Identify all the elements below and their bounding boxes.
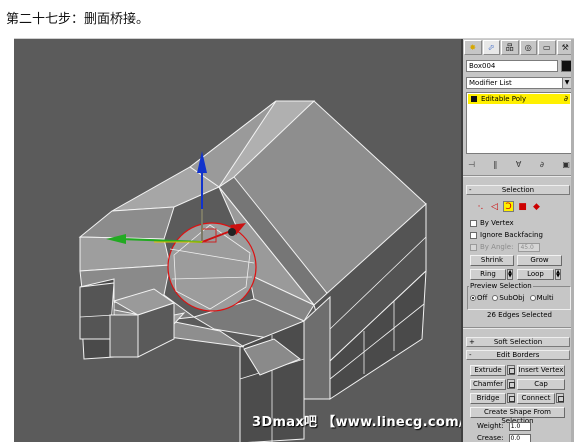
selection-status: 26 Edges Selected [487,311,552,319]
by-angle-label: By Angle: [480,243,514,251]
object-name-field[interactable]: Box004 [466,60,558,72]
panel-divider [463,327,574,329]
pin-stack-icon[interactable]: ⊣ [468,160,475,169]
weight-label: Weight: [477,422,504,430]
cap-button[interactable]: Cap [517,379,565,390]
ignore-backfacing-row[interactable]: Ignore Backfacing [470,230,543,240]
grow-button[interactable]: Grow [517,255,562,266]
edit-borders-rollout-header[interactable]: - Edit Borders [466,350,570,360]
left-leg-front [79,282,115,340]
extrude-settings-icon[interactable] [507,365,515,375]
preview-off-option[interactable]: Off [470,294,487,302]
by-vertex-label: By Vertex [480,219,514,227]
shrink-button[interactable]: Shrink [470,255,514,266]
step-caption: 第二十七步：删面桥接。 [6,12,150,27]
by-vertex-row[interactable]: By Vertex [470,218,514,228]
edge-mode-icon[interactable]: ◁ [489,201,500,212]
subobject-icons: ·. ◁ Ɔ ■ ◆ [475,201,542,212]
object-name-row: Box004 [466,60,572,72]
collapse-icon: - [469,186,472,194]
radio-on-icon[interactable] [470,295,476,301]
inner-ledge-front [109,314,139,358]
chamfer-button[interactable]: Chamfer [470,379,506,390]
preview-multi-label: Multi [536,294,554,302]
sun-icon[interactable]: ✸ [464,40,482,55]
subobject-icon: ∂ [563,94,568,103]
ignore-backfacing-label: Ignore Backfacing [480,231,543,239]
command-panel: ✸ ⬀ 品 ◎ ▭ ⚒ Box004 Modifier List ▼ Edita… [461,39,574,442]
polygon-mode-icon[interactable]: ■ [517,201,528,212]
chevron-down-icon[interactable]: ▼ [562,78,571,88]
angle-field: 45.0 [518,242,541,252]
ignore-backfacing-checkbox[interactable] [470,231,477,239]
vertex-mode-icon[interactable]: ·. [475,201,486,212]
create-shape-button[interactable]: Create Shape From Selection [470,407,565,425]
radio-off-icon[interactable] [492,295,499,301]
edit-borders-title: Edit Borders [496,351,540,359]
selection-rollout-title: Selection [501,186,535,194]
preview-multi-option[interactable]: Multi [529,294,554,302]
by-angle-checkbox [470,243,477,251]
collapse-icon: - [469,351,472,359]
stack-toolbar: ⊣ ‖ ∀ ∂ ▣ [466,158,572,170]
watermark-text: 3Dmax吧 【www.linecg.com/tieba/1771】 [252,415,461,430]
ring-spinner[interactable]: ▲ ▼ [507,269,513,280]
preview-selection-options: Off SubObj Multi [470,294,554,302]
expand-icon: + [469,338,475,346]
bridge-settings-icon[interactable] [507,393,515,403]
crease-field[interactable]: 0.0 [508,433,531,442]
border-mode-icon[interactable]: Ɔ [503,201,514,212]
panel-divider [463,175,574,177]
preview-off-label: Off [477,294,488,302]
remove-modifier-icon[interactable]: ∂ [540,160,544,169]
bridge-opening [167,222,257,312]
crease-label: Crease: [477,434,504,442]
motion-icon[interactable]: ◎ [519,40,537,55]
preview-subobj-label: SubObj [499,294,525,302]
preview-subobj-option[interactable]: SubObj [492,294,525,302]
connect-settings-icon[interactable] [556,393,564,403]
modify-icon[interactable]: ⬀ [482,40,500,55]
by-vertex-checkbox[interactable] [470,219,477,227]
display-icon[interactable]: ▭ [538,40,556,55]
configure-sets-icon[interactable]: ▣ [562,160,570,169]
make-unique-icon[interactable]: ∀ [516,160,521,169]
gizmo-x-handle[interactable] [228,228,236,236]
by-angle-row: By Angle: 45.0 [470,242,541,252]
stack-item-editable-poly[interactable]: Editable Poly ∂ [468,94,570,104]
modifier-list-dropdown[interactable]: Modifier List ▼ [466,77,572,89]
preview-selection-title: Preview Selection [469,282,533,290]
show-end-result-icon[interactable]: ‖ [493,160,497,169]
element-mode-icon[interactable]: ◆ [531,201,542,212]
stack-item-label: Editable Poly [481,95,527,103]
loop-button[interactable]: Loop [517,269,554,280]
gable-mid-left-face [78,206,175,240]
insert-vertex-button[interactable]: Insert Vertex [517,365,565,376]
chamfer-settings-icon[interactable] [507,379,515,389]
connect-button[interactable]: Connect [517,393,555,404]
bridge-button[interactable]: Bridge [470,393,506,404]
selection-rollout-header[interactable]: - Selection [466,185,570,195]
ring-button[interactable]: Ring [470,269,506,280]
max-screenshot: 3Dmax吧 【www.linecg.com/tieba/1771】 ✸ ⬀ 品… [14,38,574,442]
soft-selection-rollout-header[interactable]: + Soft Selection [466,337,570,347]
mesh-render [78,100,427,442]
modifier-stack[interactable]: Editable Poly ∂ [466,92,572,154]
weight-field[interactable]: 1.0 [508,421,531,431]
perspective-viewport[interactable]: 3Dmax吧 【www.linecg.com/tieba/1771】 [14,39,461,442]
weight-row: Weight: 1.0 [477,421,531,431]
soft-selection-title: Soft Selection [493,338,543,346]
loop-spinner[interactable]: ▲ ▼ [555,269,561,280]
command-tabs: ✸ ⬀ 品 ◎ ▭ ⚒ [464,40,574,56]
extrude-button[interactable]: Extrude [470,365,506,376]
hierarchy-icon[interactable]: 品 [501,40,519,55]
lightbulb-icon[interactable] [471,96,477,102]
crease-row: Crease: 0.0 [477,433,531,442]
radio-off-icon[interactable] [529,295,536,301]
modifier-list-label: Modifier List [469,79,512,87]
